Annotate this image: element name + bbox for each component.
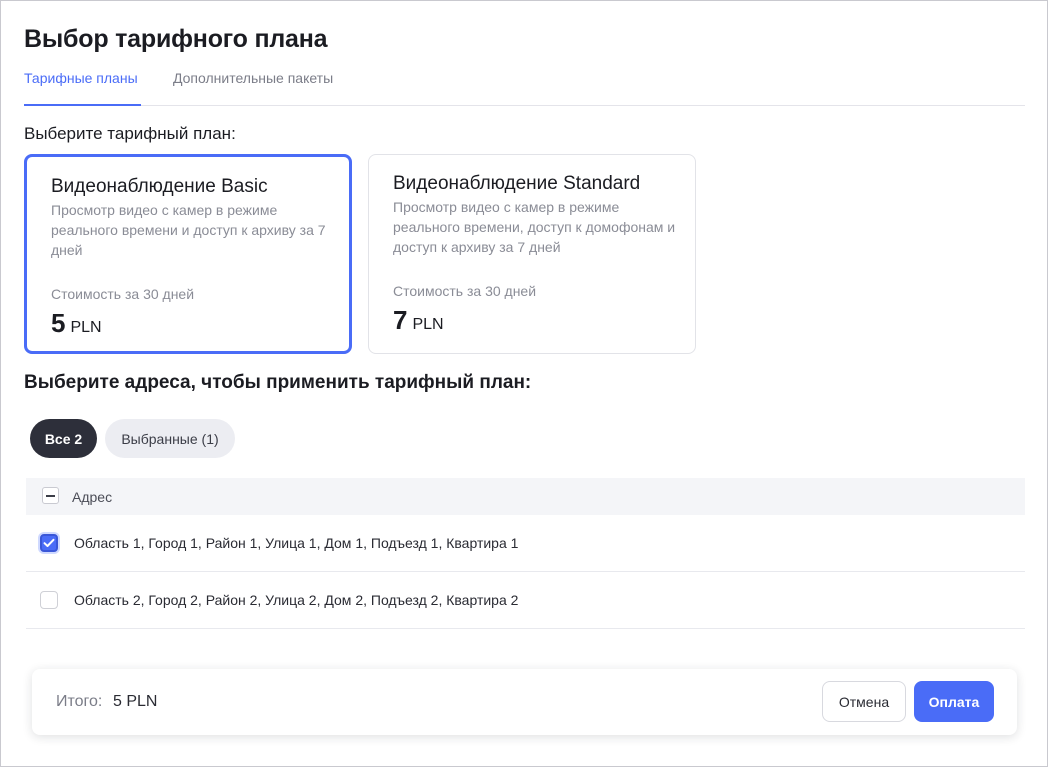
filter-selected-pill[interactable]: Выбранные (1) <box>105 419 235 458</box>
addresses-table: Адрес Область 1, Город 1, Район 1, Улица… <box>26 478 1025 629</box>
dialog-window: Выбор тарифного плана Тарифные планы Доп… <box>0 0 1048 767</box>
tab-bar: Тарифные планы Дополнительные пакеты <box>24 69 1025 106</box>
filter-all-pill[interactable]: Все 2 <box>30 419 97 458</box>
address-text: Область 2, Город 2, Район 2, Улица 2, До… <box>74 592 519 608</box>
cancel-button[interactable]: Отмена <box>822 681 906 722</box>
total-label: Итого: <box>56 693 103 710</box>
plan-price-currency: PLN <box>412 316 444 333</box>
plan-price-amount: 5 <box>51 308 66 338</box>
pay-button-label: Оплата <box>928 693 980 710</box>
page-title: Выбор тарифного плана <box>24 25 328 53</box>
tab-tariff-plans[interactable]: Тарифные планы <box>24 70 138 86</box>
table-header: Адрес <box>26 478 1025 515</box>
addresses-heading: Выберите адреса, чтобы применить тарифны… <box>24 372 532 393</box>
table-row: Область 2, Город 2, Район 2, Улица 2, До… <box>26 572 1025 629</box>
active-tab-indicator <box>24 104 141 106</box>
tab-additional-packages[interactable]: Дополнительные пакеты <box>173 70 333 86</box>
plan-description: Просмотр видео с камер в режиме реальног… <box>51 202 326 258</box>
plan-card-standard[interactable]: Видеонаблюдение Standard Просмотр видео … <box>368 154 696 354</box>
total-value: 5 PLN <box>113 693 158 710</box>
plan-title: Видеонаблюдение Standard <box>393 173 641 194</box>
plan-price-amount: 7 <box>393 305 408 335</box>
row-checkbox-unchecked[interactable] <box>40 591 58 609</box>
plan-card-basic[interactable]: Видеонаблюдение Basic Просмотр видео с к… <box>24 154 352 354</box>
row-checkbox-checked[interactable] <box>40 534 58 552</box>
select-all-checkbox[interactable] <box>42 487 59 504</box>
plan-cost-label: Стоимость за 30 дней <box>393 283 537 299</box>
plan-description: Просмотр видео с камер в режиме реальног… <box>393 199 676 255</box>
payment-footer-bar: Итого: 5 PLN Отмена Оплата <box>32 669 1017 735</box>
table-row: Область 1, Город 1, Район 1, Улица 1, До… <box>26 515 1025 572</box>
plan-price: 7 PLN <box>393 305 444 336</box>
checkmark-icon <box>43 538 55 547</box>
plan-price: 5 PLN <box>51 308 102 339</box>
minus-icon <box>46 494 55 497</box>
plan-title: Видеонаблюдение Basic <box>51 176 268 197</box>
plan-cost-label: Стоимость за 30 дней <box>51 286 195 302</box>
address-text: Область 1, Город 1, Район 1, Улица 1, До… <box>74 535 519 551</box>
plans-section-label: Выберите тарифный план: <box>24 124 236 143</box>
pay-button[interactable]: Оплата <box>914 681 994 722</box>
plan-price-currency: PLN <box>70 319 102 336</box>
address-column-header: Адрес <box>72 489 113 505</box>
